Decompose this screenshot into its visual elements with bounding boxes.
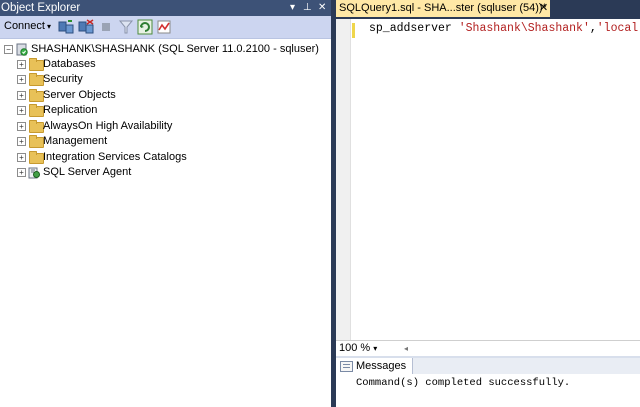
folder-icon [29, 120, 44, 133]
folder-icon [29, 151, 44, 164]
expand-icon[interactable]: + [17, 122, 26, 131]
messages-icon [340, 361, 353, 372]
object-explorer-title: Object Explorer [1, 2, 81, 14]
code-keyword: sp_addserver [369, 22, 452, 35]
activity-monitor-icon[interactable] [156, 19, 172, 35]
messages-tab-label: Messages [356, 360, 407, 372]
chevron-down-icon[interactable]: ▾ [47, 22, 51, 31]
messages-pane: Command(s) completed successfully. [336, 374, 640, 407]
server-node-label: SHASHANK\SHASHANK (SQL Server 11.0.2100 … [31, 43, 319, 55]
pin-icon[interactable]: ⊥ [303, 0, 312, 16]
tree-node-label: Databases [43, 58, 96, 70]
expand-icon[interactable]: + [17, 153, 26, 162]
code-editor[interactable]: sp_addserver 'Shashank\Shashank','local'… [336, 19, 640, 340]
folder-icon [29, 89, 44, 102]
folder-icon [29, 73, 44, 86]
expand-icon[interactable]: + [17, 91, 26, 100]
code-string-local: 'local' [596, 22, 640, 35]
tree-node-label: Replication [43, 104, 98, 116]
expand-icon[interactable]: + [17, 106, 26, 115]
query-editor-panel: SQLQuery1.sql - SHA...ster (sqluser (54)… [336, 0, 640, 407]
tree-node-label: Management [43, 135, 108, 147]
results-tabstrip: Messages [336, 358, 640, 374]
chevron-down-icon: ▾ [373, 344, 378, 353]
code-string-server: 'Shashank\Shashank' [458, 22, 590, 35]
zoom-bar: 100 % ▾ ◂ [336, 340, 640, 356]
connect-object-explorer-icon[interactable] [58, 19, 74, 35]
object-explorer-titlebar: Object Explorer ▾ ⊥ ✕ [0, 0, 331, 16]
folder-icon [29, 135, 44, 148]
object-explorer-toolbar: Connect ▾ [0, 16, 331, 39]
zoom-value: 100 % [339, 342, 371, 354]
tree-node-label: Security [43, 73, 83, 85]
refresh-icon[interactable] [137, 19, 153, 35]
expand-icon[interactable]: + [17, 60, 26, 69]
scroll-left-icon[interactable]: ◂ [404, 344, 408, 353]
connect-button[interactable]: Connect ▾ [4, 20, 51, 32]
expand-icon[interactable]: + [17, 168, 26, 177]
tree-node-label: SQL Server Agent [43, 166, 132, 178]
window-position-dropdown-icon[interactable]: ▾ [290, 0, 295, 16]
disconnect-icon[interactable] [78, 19, 94, 35]
expand-icon[interactable]: + [17, 75, 26, 84]
server-icon [16, 43, 28, 56]
code-comma: , [589, 22, 597, 35]
connect-label: Connect [4, 20, 45, 32]
tab-sqlquery1[interactable]: SQLQuery1.sql - SHA...ster (sqluser (54)… [336, 0, 550, 17]
folder-icon [29, 58, 44, 71]
tree-node-label: AlwaysOn High Availability [43, 120, 173, 132]
collapse-icon[interactable]: − [4, 45, 13, 54]
tree-node-label: Integration Services Catalogs [43, 151, 187, 163]
stop-icon [102, 23, 110, 31]
tab-messages[interactable]: Messages [336, 358, 414, 374]
tree-node-label: Server Objects [43, 89, 116, 101]
result-message: Command(s) completed successfully. [356, 377, 571, 389]
change-marker [352, 23, 355, 38]
close-tab-icon[interactable]: ✕ [539, 0, 548, 17]
sql-agent-icon [28, 167, 40, 179]
filter-icon[interactable] [118, 19, 134, 35]
folder-icon [29, 104, 44, 117]
close-icon[interactable]: ✕ [318, 0, 326, 16]
zoom-dropdown[interactable]: 100 % ▾ [339, 342, 377, 354]
tab-title: SQLQuery1.sql - SHA...ster (sqluser (54)… [339, 2, 547, 14]
object-explorer-panel: Object Explorer ▾ ⊥ ✕ Connect ▾ − SHASHA… [0, 0, 331, 407]
code-line[interactable]: sp_addserver 'Shashank\Shashank','local'… [369, 21, 640, 37]
expand-icon[interactable]: + [17, 137, 26, 146]
editor-gutter [336, 19, 351, 340]
